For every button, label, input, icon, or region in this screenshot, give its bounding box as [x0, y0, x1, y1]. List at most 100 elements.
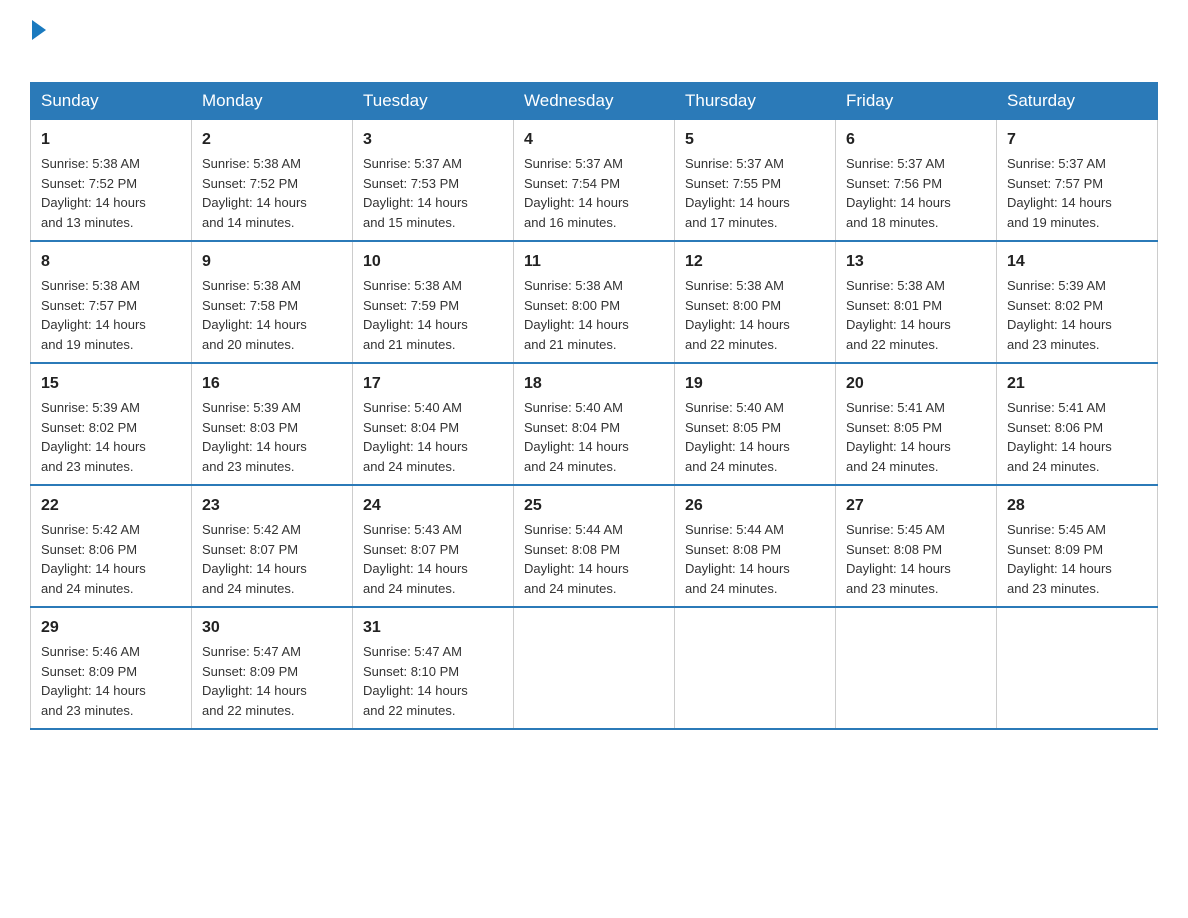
weekday-header-friday: Friday	[836, 83, 997, 120]
day-number: 4	[524, 128, 664, 152]
day-number: 28	[1007, 494, 1147, 518]
calendar-week-row: 8Sunrise: 5:38 AMSunset: 7:57 PMDaylight…	[31, 241, 1158, 363]
calendar-week-row: 1Sunrise: 5:38 AMSunset: 7:52 PMDaylight…	[31, 120, 1158, 242]
calendar-week-row: 29Sunrise: 5:46 AMSunset: 8:09 PMDayligh…	[31, 607, 1158, 729]
day-number: 19	[685, 372, 825, 396]
calendar-cell: 17Sunrise: 5:40 AMSunset: 8:04 PMDayligh…	[353, 363, 514, 485]
day-info: Sunrise: 5:40 AMSunset: 8:04 PMDaylight:…	[524, 398, 664, 476]
day-info: Sunrise: 5:38 AMSunset: 7:57 PMDaylight:…	[41, 276, 181, 354]
calendar-week-row: 22Sunrise: 5:42 AMSunset: 8:06 PMDayligh…	[31, 485, 1158, 607]
day-number: 18	[524, 372, 664, 396]
day-number: 14	[1007, 250, 1147, 274]
calendar-cell: 6Sunrise: 5:37 AMSunset: 7:56 PMDaylight…	[836, 120, 997, 242]
calendar-cell: 13Sunrise: 5:38 AMSunset: 8:01 PMDayligh…	[836, 241, 997, 363]
day-info: Sunrise: 5:38 AMSunset: 7:59 PMDaylight:…	[363, 276, 503, 354]
day-info: Sunrise: 5:39 AMSunset: 8:03 PMDaylight:…	[202, 398, 342, 476]
calendar-cell: 10Sunrise: 5:38 AMSunset: 7:59 PMDayligh…	[353, 241, 514, 363]
calendar-cell: 7Sunrise: 5:37 AMSunset: 7:57 PMDaylight…	[997, 120, 1158, 242]
calendar-cell: 11Sunrise: 5:38 AMSunset: 8:00 PMDayligh…	[514, 241, 675, 363]
day-info: Sunrise: 5:39 AMSunset: 8:02 PMDaylight:…	[41, 398, 181, 476]
day-number: 21	[1007, 372, 1147, 396]
calendar-cell	[997, 607, 1158, 729]
calendar-cell	[675, 607, 836, 729]
day-info: Sunrise: 5:38 AMSunset: 8:01 PMDaylight:…	[846, 276, 986, 354]
day-number: 5	[685, 128, 825, 152]
calendar-cell: 15Sunrise: 5:39 AMSunset: 8:02 PMDayligh…	[31, 363, 192, 485]
calendar-cell: 28Sunrise: 5:45 AMSunset: 8:09 PMDayligh…	[997, 485, 1158, 607]
calendar-cell: 22Sunrise: 5:42 AMSunset: 8:06 PMDayligh…	[31, 485, 192, 607]
day-number: 7	[1007, 128, 1147, 152]
day-number: 23	[202, 494, 342, 518]
day-info: Sunrise: 5:40 AMSunset: 8:05 PMDaylight:…	[685, 398, 825, 476]
day-number: 17	[363, 372, 503, 396]
day-number: 10	[363, 250, 503, 274]
calendar-cell: 19Sunrise: 5:40 AMSunset: 8:05 PMDayligh…	[675, 363, 836, 485]
day-number: 9	[202, 250, 342, 274]
calendar-cell	[514, 607, 675, 729]
day-number: 2	[202, 128, 342, 152]
calendar-cell: 30Sunrise: 5:47 AMSunset: 8:09 PMDayligh…	[192, 607, 353, 729]
day-number: 22	[41, 494, 181, 518]
calendar-cell: 16Sunrise: 5:39 AMSunset: 8:03 PMDayligh…	[192, 363, 353, 485]
day-number: 12	[685, 250, 825, 274]
day-number: 29	[41, 616, 181, 640]
weekday-header-monday: Monday	[192, 83, 353, 120]
calendar-cell: 4Sunrise: 5:37 AMSunset: 7:54 PMDaylight…	[514, 120, 675, 242]
day-info: Sunrise: 5:47 AMSunset: 8:10 PMDaylight:…	[363, 642, 503, 720]
day-info: Sunrise: 5:42 AMSunset: 8:06 PMDaylight:…	[41, 520, 181, 598]
day-info: Sunrise: 5:37 AMSunset: 7:55 PMDaylight:…	[685, 154, 825, 232]
day-info: Sunrise: 5:38 AMSunset: 7:58 PMDaylight:…	[202, 276, 342, 354]
day-info: Sunrise: 5:44 AMSunset: 8:08 PMDaylight:…	[524, 520, 664, 598]
day-info: Sunrise: 5:37 AMSunset: 7:57 PMDaylight:…	[1007, 154, 1147, 232]
calendar-cell: 29Sunrise: 5:46 AMSunset: 8:09 PMDayligh…	[31, 607, 192, 729]
day-number: 27	[846, 494, 986, 518]
calendar-cell: 26Sunrise: 5:44 AMSunset: 8:08 PMDayligh…	[675, 485, 836, 607]
calendar-cell: 8Sunrise: 5:38 AMSunset: 7:57 PMDaylight…	[31, 241, 192, 363]
calendar-cell: 21Sunrise: 5:41 AMSunset: 8:06 PMDayligh…	[997, 363, 1158, 485]
day-info: Sunrise: 5:43 AMSunset: 8:07 PMDaylight:…	[363, 520, 503, 598]
day-info: Sunrise: 5:39 AMSunset: 8:02 PMDaylight:…	[1007, 276, 1147, 354]
day-number: 13	[846, 250, 986, 274]
day-number: 31	[363, 616, 503, 640]
day-info: Sunrise: 5:37 AMSunset: 7:53 PMDaylight:…	[363, 154, 503, 232]
logo-arrow-icon	[32, 20, 46, 40]
calendar-header-row: SundayMondayTuesdayWednesdayThursdayFrid…	[31, 83, 1158, 120]
weekday-header-wednesday: Wednesday	[514, 83, 675, 120]
day-info: Sunrise: 5:38 AMSunset: 7:52 PMDaylight:…	[202, 154, 342, 232]
day-info: Sunrise: 5:47 AMSunset: 8:09 PMDaylight:…	[202, 642, 342, 720]
weekday-header-saturday: Saturday	[997, 83, 1158, 120]
calendar-cell: 27Sunrise: 5:45 AMSunset: 8:08 PMDayligh…	[836, 485, 997, 607]
day-info: Sunrise: 5:45 AMSunset: 8:09 PMDaylight:…	[1007, 520, 1147, 598]
weekday-header-tuesday: Tuesday	[353, 83, 514, 120]
day-number: 24	[363, 494, 503, 518]
calendar-cell: 9Sunrise: 5:38 AMSunset: 7:58 PMDaylight…	[192, 241, 353, 363]
day-number: 16	[202, 372, 342, 396]
calendar-cell: 18Sunrise: 5:40 AMSunset: 8:04 PMDayligh…	[514, 363, 675, 485]
day-number: 20	[846, 372, 986, 396]
day-info: Sunrise: 5:41 AMSunset: 8:06 PMDaylight:…	[1007, 398, 1147, 476]
calendar-cell: 12Sunrise: 5:38 AMSunset: 8:00 PMDayligh…	[675, 241, 836, 363]
page-header	[30, 20, 1158, 72]
day-number: 3	[363, 128, 503, 152]
calendar-week-row: 15Sunrise: 5:39 AMSunset: 8:02 PMDayligh…	[31, 363, 1158, 485]
calendar-cell: 31Sunrise: 5:47 AMSunset: 8:10 PMDayligh…	[353, 607, 514, 729]
day-number: 25	[524, 494, 664, 518]
calendar-cell: 24Sunrise: 5:43 AMSunset: 8:07 PMDayligh…	[353, 485, 514, 607]
day-number: 30	[202, 616, 342, 640]
day-number: 1	[41, 128, 181, 152]
day-number: 6	[846, 128, 986, 152]
day-info: Sunrise: 5:44 AMSunset: 8:08 PMDaylight:…	[685, 520, 825, 598]
calendar-cell: 1Sunrise: 5:38 AMSunset: 7:52 PMDaylight…	[31, 120, 192, 242]
day-info: Sunrise: 5:41 AMSunset: 8:05 PMDaylight:…	[846, 398, 986, 476]
day-info: Sunrise: 5:46 AMSunset: 8:09 PMDaylight:…	[41, 642, 181, 720]
calendar-cell: 14Sunrise: 5:39 AMSunset: 8:02 PMDayligh…	[997, 241, 1158, 363]
calendar-cell: 25Sunrise: 5:44 AMSunset: 8:08 PMDayligh…	[514, 485, 675, 607]
calendar-cell	[836, 607, 997, 729]
calendar-cell: 23Sunrise: 5:42 AMSunset: 8:07 PMDayligh…	[192, 485, 353, 607]
day-info: Sunrise: 5:45 AMSunset: 8:08 PMDaylight:…	[846, 520, 986, 598]
day-info: Sunrise: 5:38 AMSunset: 7:52 PMDaylight:…	[41, 154, 181, 232]
calendar-cell: 5Sunrise: 5:37 AMSunset: 7:55 PMDaylight…	[675, 120, 836, 242]
day-info: Sunrise: 5:38 AMSunset: 8:00 PMDaylight:…	[524, 276, 664, 354]
day-info: Sunrise: 5:37 AMSunset: 7:54 PMDaylight:…	[524, 154, 664, 232]
day-info: Sunrise: 5:37 AMSunset: 7:56 PMDaylight:…	[846, 154, 986, 232]
